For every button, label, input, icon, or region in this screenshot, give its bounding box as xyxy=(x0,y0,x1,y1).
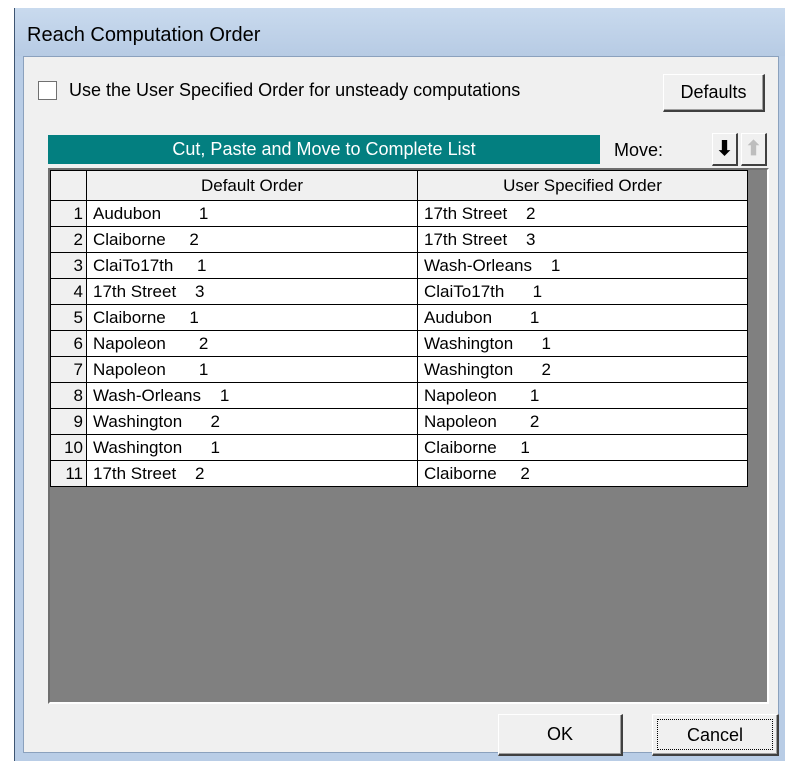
table-row[interactable]: 9 Washington 2 Napoleon 2 xyxy=(50,408,748,435)
move-up-button[interactable]: ⬆ xyxy=(741,133,767,166)
row-number-cell: 9 xyxy=(50,408,87,435)
row-number-header xyxy=(50,170,87,201)
default-order-cell[interactable]: ClaiTo17th 1 xyxy=(86,252,418,279)
arrow-down-icon: ⬇ xyxy=(716,138,733,160)
user-order-cell[interactable]: Audubon 1 xyxy=(417,304,748,331)
row-number-cell: 8 xyxy=(50,382,87,409)
order-table: Default Order User Specified Order 1 Audu… xyxy=(50,170,748,487)
title-bar[interactable]: Reach Computation Order xyxy=(15,8,785,56)
user-order-cell[interactable]: Wash-Orleans 1 xyxy=(417,252,748,279)
table-row[interactable]: 7 Napoleon 1 Washington 2 xyxy=(50,356,748,383)
user-order-cell[interactable]: ClaiTo17th 1 xyxy=(417,278,748,305)
row-number-cell: 6 xyxy=(50,330,87,357)
user-order-cell[interactable]: Napoleon 2 xyxy=(417,408,748,435)
user-order-cell[interactable]: Washington 1 xyxy=(417,330,748,357)
row-number-cell: 5 xyxy=(50,304,87,331)
default-order-cell[interactable]: 17th Street 2 xyxy=(86,460,418,487)
row-number-cell: 3 xyxy=(50,252,87,279)
table-row[interactable]: 3 ClaiTo17th 1 Wash-Orleans 1 xyxy=(50,252,748,279)
table-row[interactable]: 1 Audubon 1 17th Street 2 xyxy=(50,200,748,227)
table-row[interactable]: 8 Wash-Orleans 1 Napoleon 1 xyxy=(50,382,748,409)
table-row[interactable]: 10 Washington 1 Claiborne 1 xyxy=(50,434,748,461)
user-order-cell[interactable]: Napoleon 1 xyxy=(417,382,748,409)
dialog-body: Use the User Specified Order for unstead… xyxy=(23,56,779,756)
cancel-button[interactable]: Cancel xyxy=(652,714,779,756)
use-user-order-label[interactable]: Use the User Specified Order for unstead… xyxy=(69,80,520,101)
default-order-cell[interactable]: Napoleon 2 xyxy=(86,330,418,357)
dialog-title: Reach Computation Order xyxy=(27,24,261,46)
default-order-cell[interactable]: Napoleon 1 xyxy=(86,356,418,383)
row-number-cell: 2 xyxy=(50,226,87,253)
table-row[interactable]: 4 17th Street 3 ClaiTo17th 1 xyxy=(50,278,748,305)
default-order-cell[interactable]: Claiborne 2 xyxy=(86,226,418,253)
user-order-cell[interactable]: 17th Street 2 xyxy=(417,200,748,227)
default-order-header[interactable]: Default Order xyxy=(86,170,418,201)
user-order-header[interactable]: User Specified Order xyxy=(417,170,748,201)
reach-computation-order-dialog: Reach Computation Order Use the User Spe… xyxy=(14,8,785,761)
move-label: Move: xyxy=(614,140,664,160)
default-order-cell[interactable]: Washington 2 xyxy=(86,408,418,435)
row-number-cell: 10 xyxy=(50,434,87,461)
default-order-cell[interactable]: Washington 1 xyxy=(86,434,418,461)
user-order-cell[interactable]: 17th Street 3 xyxy=(417,226,748,253)
cut-paste-banner: Cut, Paste and Move to Complete List xyxy=(48,135,600,164)
row-number-cell: 11 xyxy=(50,460,87,487)
order-grid-area[interactable]: Default Order User Specified Order 1 Audu… xyxy=(48,168,769,704)
ok-button[interactable]: OK xyxy=(498,714,623,756)
default-order-cell[interactable]: Wash-Orleans 1 xyxy=(86,382,418,409)
table-header-row: Default Order User Specified Order xyxy=(50,170,748,201)
move-down-button[interactable]: ⬇ xyxy=(712,133,738,166)
row-number-cell: 4 xyxy=(50,278,87,305)
default-order-cell[interactable]: Audubon 1 xyxy=(86,200,418,227)
table-row[interactable]: 6 Napoleon 2 Washington 1 xyxy=(50,330,748,357)
user-order-cell[interactable]: Claiborne 1 xyxy=(417,434,748,461)
row-number-cell: 7 xyxy=(50,356,87,383)
user-order-cell[interactable]: Claiborne 2 xyxy=(417,460,748,487)
table-row[interactable]: 11 17th Street 2 Claiborne 2 xyxy=(50,460,748,487)
row-number-cell: 1 xyxy=(50,200,87,227)
default-order-cell[interactable]: 17th Street 3 xyxy=(86,278,418,305)
cancel-focus-label: Cancel xyxy=(657,719,773,750)
use-user-order-checkbox[interactable] xyxy=(38,81,57,100)
default-order-cell[interactable]: Claiborne 1 xyxy=(86,304,418,331)
user-order-cell[interactable]: Washington 2 xyxy=(417,356,748,383)
table-row[interactable]: 2 Claiborne 2 17th Street 3 xyxy=(50,226,748,253)
defaults-button[interactable]: Defaults xyxy=(663,74,765,112)
arrow-up-icon: ⬆ xyxy=(745,138,762,160)
table-row[interactable]: 5 Claiborne 1 Audubon 1 xyxy=(50,304,748,331)
